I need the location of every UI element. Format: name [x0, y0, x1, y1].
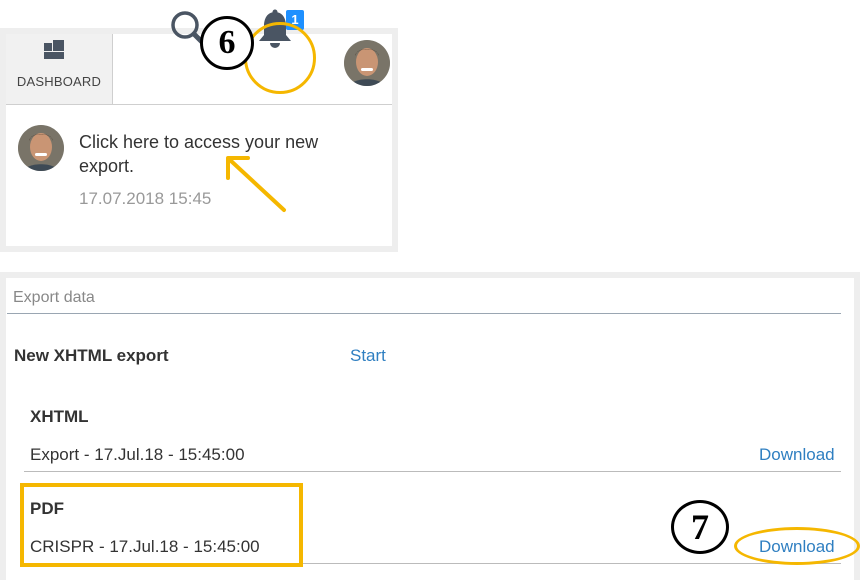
- topbar-divider: [6, 104, 392, 105]
- row-divider: [24, 471, 841, 472]
- dashboard-icon: [44, 40, 64, 59]
- dashboard-tab[interactable]: DASHBOARD: [6, 34, 113, 104]
- export-section-title: Export data: [13, 289, 95, 306]
- arrow-icon: [226, 156, 286, 212]
- new-export-label: New XHTML export: [14, 346, 169, 365]
- notification-timestamp: 17.07.2018 15:45: [79, 189, 212, 208]
- section-divider: [7, 313, 841, 314]
- dashboard-label: DASHBOARD: [16, 74, 102, 89]
- pdf-highlight-box: [20, 483, 303, 567]
- download-highlight-ring: [734, 527, 860, 565]
- export-format-xhtml: XHTML: [30, 407, 89, 426]
- avatar[interactable]: [344, 40, 390, 86]
- download-xhtml-link[interactable]: Download: [759, 445, 835, 465]
- notification-message[interactable]: Click here to access your new export.: [79, 130, 359, 178]
- export-description-xhtml: Export - 17.Jul.18 - 15:45:00: [30, 445, 245, 464]
- bell-highlight-ring: [244, 22, 316, 94]
- start-export-link[interactable]: Start: [350, 346, 386, 366]
- step-marker-6: 6: [200, 16, 254, 70]
- notification-avatar: [18, 125, 64, 171]
- step-marker-7: 7: [671, 500, 729, 554]
